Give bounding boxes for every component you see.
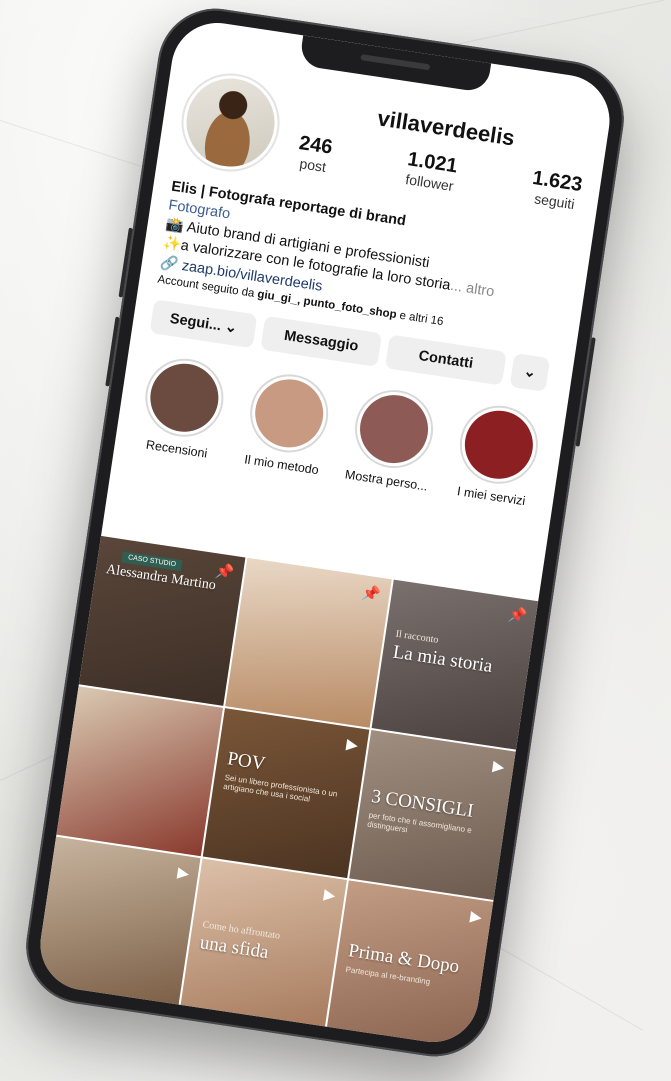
post-tile[interactable]: 📌	[225, 557, 392, 728]
following-button[interactable]: Segui... ⌄	[149, 299, 258, 349]
link-icon: 🔗	[158, 254, 184, 274]
reel-icon: ▶	[345, 735, 360, 755]
suggested-accounts-chevron-icon[interactable]: ⌄	[509, 352, 551, 392]
following-stat[interactable]: 1.623 seguiti	[529, 167, 584, 213]
post-tile[interactable]: CASO STUDIO Alessandra Martino 📌	[78, 535, 246, 706]
phone-stage: villaverdeelis 246 post 1.021 follower 1…	[18, 0, 650, 1065]
highlight-cover	[355, 390, 433, 468]
post-tile[interactable]: Il racconto La mia storia 📌	[371, 579, 539, 750]
posts-stat[interactable]: 246 post	[295, 132, 334, 176]
volume-button	[105, 316, 120, 387]
highlight-cover	[460, 405, 538, 484]
highlight-label: Il mio metodo	[243, 452, 320, 478]
posts-grid: CASO STUDIO Alessandra Martino 📌 📌 Il ra…	[34, 535, 539, 1049]
highlight-ring	[244, 368, 334, 458]
avatar[interactable]	[174, 66, 287, 179]
pin-icon: 📌	[506, 606, 528, 626]
highlight-cover	[250, 374, 328, 452]
instagram-profile-screen: villaverdeelis 246 post 1.021 follower 1…	[34, 16, 616, 1049]
post-tile[interactable]: 3 CONSIGLI per foto che ti assomigliano …	[349, 730, 516, 900]
highlight-ring	[140, 353, 229, 442]
highlight-i-miei-servizi[interactable]: I miei servizi	[449, 400, 547, 509]
followers-stat[interactable]: 1.021 follower	[404, 148, 458, 194]
volume-button	[118, 227, 133, 298]
pin-icon: 📌	[214, 562, 236, 582]
highlight-mostra[interactable]: Mostra perso...	[344, 384, 442, 493]
message-button[interactable]: Messaggio	[260, 315, 383, 367]
profile-summary: villaverdeelis 246 post 1.021 follower 1…	[295, 85, 591, 213]
highlight-label: I miei servizi	[456, 483, 527, 508]
highlight-label: Recensioni	[145, 437, 209, 461]
phone: villaverdeelis 246 post 1.021 follower 1…	[18, 0, 632, 1065]
post-tile[interactable]: Prima & Dopo Partecipa al re-branding ▶	[326, 880, 494, 1049]
post-tile[interactable]: POV Sei un libero professionista o un ar…	[202, 708, 370, 879]
reel-icon: ▶	[491, 757, 506, 776]
post-tile[interactable]: Come ho affrontato una sfida ▶	[180, 858, 347, 1029]
highlight-il-mio-metodo[interactable]: Il mio metodo	[239, 368, 337, 477]
reel-icon: ▶	[469, 907, 484, 927]
post-tile[interactable]: ▶	[34, 836, 201, 1007]
avatar-photo	[180, 72, 281, 173]
highlight-ring	[349, 384, 439, 474]
post-tile[interactable]	[56, 686, 223, 857]
highlight-cover	[145, 358, 224, 437]
reel-icon: ▶	[322, 885, 337, 905]
highlight-ring	[454, 400, 544, 489]
highlight-recensioni[interactable]: Recensioni	[134, 353, 232, 462]
highlight-label: Mostra perso...	[344, 467, 429, 494]
contact-button[interactable]: Contatti	[384, 334, 507, 386]
power-button	[575, 337, 596, 447]
post-title: La mia storia	[391, 641, 494, 678]
reel-icon: ▶	[176, 864, 191, 883]
pin-icon: 📌	[360, 584, 382, 604]
